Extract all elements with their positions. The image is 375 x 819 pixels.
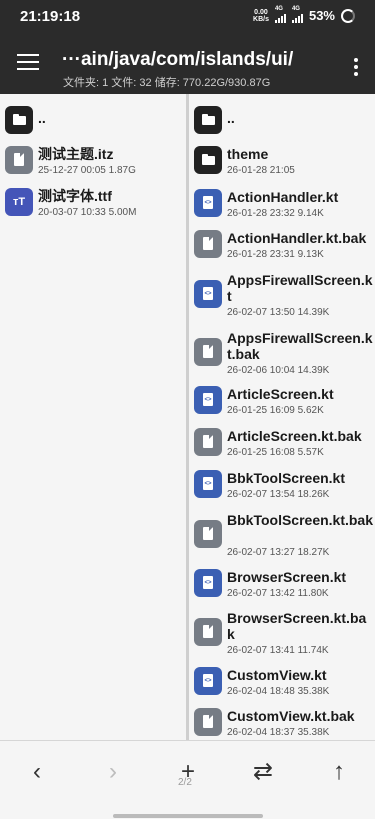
file-row[interactable]: AppsFirewallScreen.kt 26-02-07 13:50 14.… — [189, 272, 375, 320]
page-indicator: 2/2 — [178, 777, 192, 788]
back-icon[interactable]: ‹ — [22, 757, 52, 787]
file-icon — [194, 618, 222, 646]
file-icon — [194, 708, 222, 736]
storage-info: 文件夹: 1 文件: 32 储存: 770.22G/930.87G — [63, 77, 271, 89]
battery-level: 53% — [308, 8, 335, 23]
code-file-icon — [194, 386, 222, 414]
status-bar: 21:19:18 0.00 KB/s 4G 4G 53% — [0, 0, 375, 34]
file-row[interactable]: BrowserScreen.kt.bak 26-02-07 13:41 11.7… — [189, 610, 375, 658]
swap-icon[interactable]: ⇄ — [248, 757, 278, 787]
left-file-pane[interactable]: .. 测试主题.itz 25-12-27 00:05 1.87G ᴛT 测试字体… — [0, 94, 186, 740]
file-row[interactable]: BbkToolScreen.kt 26-02-07 13:54 18.26K — [189, 470, 375, 502]
font-file-icon: ᴛT — [5, 188, 33, 216]
bottom-toolbar: ‹ › + 2/2 ⇄ ↑ — [0, 740, 375, 819]
app-bar: ···ain/java/com/islands/ui/ 文件夹: 1 文件: 3… — [0, 34, 375, 94]
file-icon — [194, 230, 222, 258]
code-file-icon — [194, 280, 222, 308]
up-icon[interactable]: ↑ — [324, 757, 354, 787]
folder-row[interactable]: theme 26-01-28 21:05 — [189, 146, 375, 178]
file-row[interactable]: BbkToolScreen.kt.bak 26-02-07 13:27 18.2… — [189, 512, 375, 560]
parent-folder-row[interactable]: .. — [189, 106, 375, 136]
file-row[interactable]: ᴛT 测试字体.ttf 20-03-07 10:33 5.00M — [0, 188, 186, 220]
code-file-icon — [194, 667, 222, 695]
status-time: 21:19:18 — [20, 8, 81, 25]
file-row[interactable]: AppsFirewallScreen.kt.bak 26-02-06 10:04… — [189, 330, 375, 378]
file-row[interactable]: ArticleScreen.kt 26-01-25 16:09 5.62K — [189, 386, 375, 418]
signal-icon-1: 4G — [274, 6, 286, 23]
file-row[interactable]: ActionHandler.kt.bak 26-01-28 23:31 9.13… — [189, 230, 375, 262]
folder-icon — [194, 106, 222, 134]
file-row[interactable]: BrowserScreen.kt 26-02-07 13:42 11.80K — [189, 569, 375, 601]
home-indicator — [113, 814, 263, 818]
file-row[interactable]: ArticleScreen.kt.bak 26-01-25 16:08 5.57… — [189, 428, 375, 460]
battery-icon — [341, 8, 355, 23]
file-row[interactable]: ActionHandler.kt 26-01-28 23:32 9.14K — [189, 189, 375, 221]
file-icon — [194, 520, 222, 548]
folder-icon — [5, 106, 33, 134]
network-speed: 0.00 KB/s — [253, 8, 269, 23]
menu-icon[interactable] — [17, 54, 39, 72]
status-right: 0.00 KB/s 4G 4G 53% — [253, 6, 355, 23]
code-file-icon — [194, 189, 222, 217]
more-icon[interactable] — [354, 58, 358, 79]
signal-icon-2: 4G — [291, 6, 303, 23]
folder-icon — [194, 146, 222, 174]
file-icon — [194, 338, 222, 366]
right-file-pane[interactable]: .. theme 26-01-28 21:05 ActionHandler.kt… — [189, 94, 375, 740]
file-row[interactable]: CustomView.kt.bak 26-02-04 18:37 35.38K — [189, 708, 375, 740]
code-file-icon — [194, 569, 222, 597]
file-icon — [194, 428, 222, 456]
file-row[interactable]: 测试主题.itz 25-12-27 00:05 1.87G — [0, 146, 186, 178]
file-icon — [5, 146, 33, 174]
code-file-icon — [194, 470, 222, 498]
forward-icon[interactable]: › — [98, 757, 128, 787]
file-row[interactable]: CustomView.kt 26-02-04 18:48 35.38K — [189, 667, 375, 699]
current-path[interactable]: ···ain/java/com/islands/ui/ — [62, 49, 293, 71]
parent-folder-row[interactable]: .. — [0, 106, 186, 136]
